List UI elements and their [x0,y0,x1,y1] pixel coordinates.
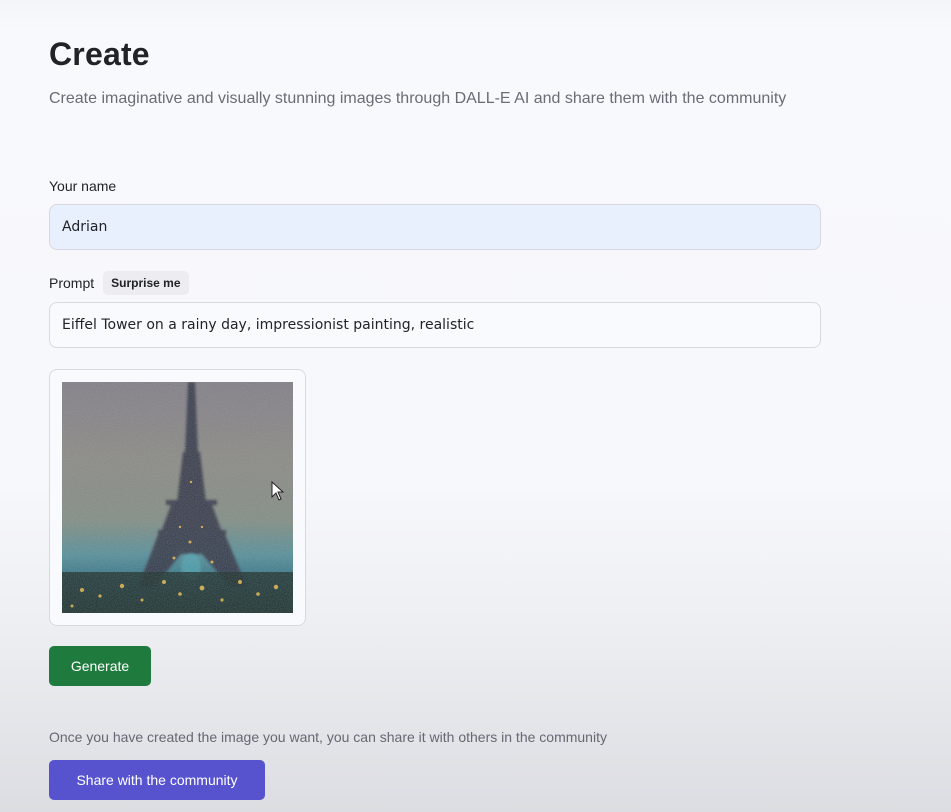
name-label: Your name [49,178,117,194]
surprise-me-button[interactable]: Surprise me [103,270,189,295]
generated-image [62,382,293,613]
generate-button[interactable]: Generate [49,646,151,686]
prompt-input[interactable] [49,302,821,348]
share-note: Once you have created the image you want… [49,729,607,745]
mouse-pointer-icon [271,481,285,501]
prompt-label-row: Prompt Surprise me [49,270,189,295]
page-subtitle: Create imaginative and visually stunning… [49,90,787,107]
page-title: Create [49,36,150,72]
image-preview-box [49,369,306,626]
name-input[interactable] [49,204,821,250]
eiffel-tower-painting [62,382,293,613]
share-with-community-button[interactable]: Share with the community [49,760,265,800]
prompt-label: Prompt [49,274,95,291]
